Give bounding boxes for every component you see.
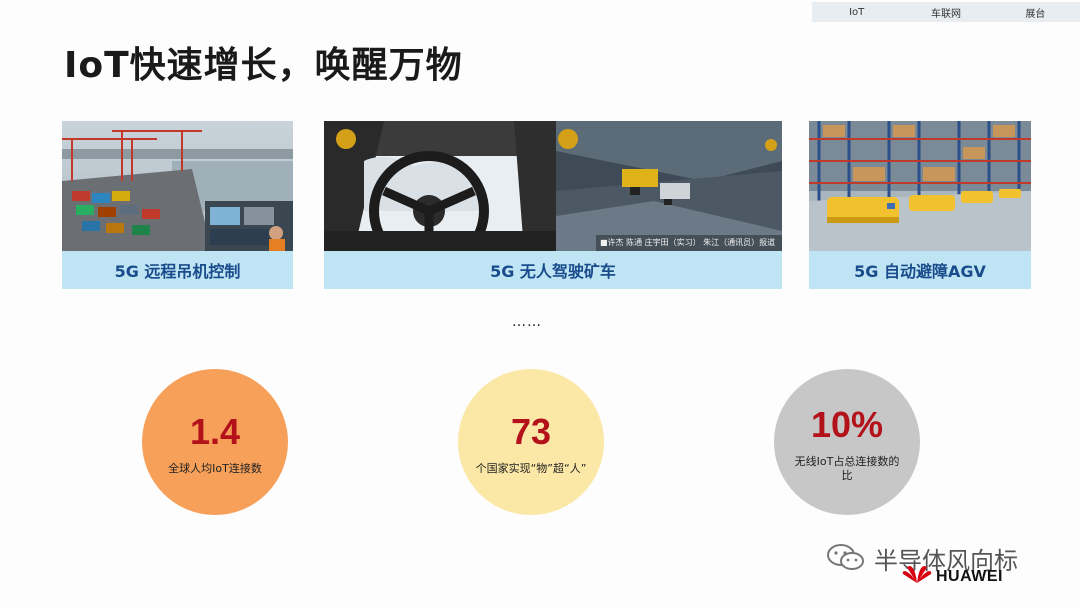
mining-truck-photo: ■许杰 陈通 庄宇田（实习） 朱江（通讯员）报道 bbox=[324, 121, 782, 251]
slide: IoT 车联网 展台 IoT快速增长，唤醒万物 5G 远程吊机控制 ■许杰 陈通… bbox=[0, 0, 1080, 608]
wechat-icon bbox=[826, 542, 866, 576]
stat-value: 73 bbox=[510, 411, 552, 453]
nav-item-iot[interactable]: IoT bbox=[812, 7, 901, 18]
slide-title: IoT快速增长，唤醒万物 bbox=[64, 45, 463, 86]
card-mining-truck: ■许杰 陈通 庄宇田（实习） 朱江（通讯员）报道 5G 无人驾驶矿车 bbox=[324, 121, 782, 289]
stat-label: 全球人均IoT连接数 bbox=[168, 462, 262, 476]
card-agv: 5G 自动避障AGV bbox=[809, 121, 1031, 289]
card-caption-agv: 5G 自动避障AGV bbox=[809, 251, 1031, 289]
crane-port-photo bbox=[62, 121, 293, 251]
photo-caption: ■许杰 陈通 庄宇田（实习） 朱江（通讯员）报道 bbox=[600, 238, 776, 247]
top-nav: IoT 车联网 展台 bbox=[812, 2, 1080, 22]
stat-circle-countries: 73 个国家实现“物”超“人” bbox=[458, 369, 604, 515]
stat-circle-wireless-share: 10% 无线IoT占总连接数的比 bbox=[774, 369, 920, 515]
stat-label: 无线IoT占总连接数的比 bbox=[794, 455, 900, 482]
agv-warehouse-photo bbox=[809, 121, 1031, 251]
card-crane: 5G 远程吊机控制 bbox=[62, 121, 293, 289]
stat-label: 个国家实现“物”超“人” bbox=[475, 462, 587, 476]
stat-value: 10% bbox=[810, 404, 884, 446]
ellipsis: …… bbox=[512, 314, 542, 330]
stat-circle-per-capita: 1.4 全球人均IoT连接数 bbox=[142, 369, 288, 515]
card-caption-crane: 5G 远程吊机控制 bbox=[62, 251, 293, 289]
stat-value: 1.4 bbox=[189, 411, 241, 453]
card-caption-mining-truck: 5G 无人驾驶矿车 bbox=[324, 251, 782, 289]
brand-text: HUAWEI bbox=[936, 568, 1003, 585]
nav-item-booth[interactable]: 展台 bbox=[991, 5, 1080, 20]
nav-item-connected-car[interactable]: 车联网 bbox=[901, 5, 990, 20]
huawei-petal-icon bbox=[902, 565, 932, 589]
brand-logo: HUAWEI bbox=[902, 565, 1003, 589]
